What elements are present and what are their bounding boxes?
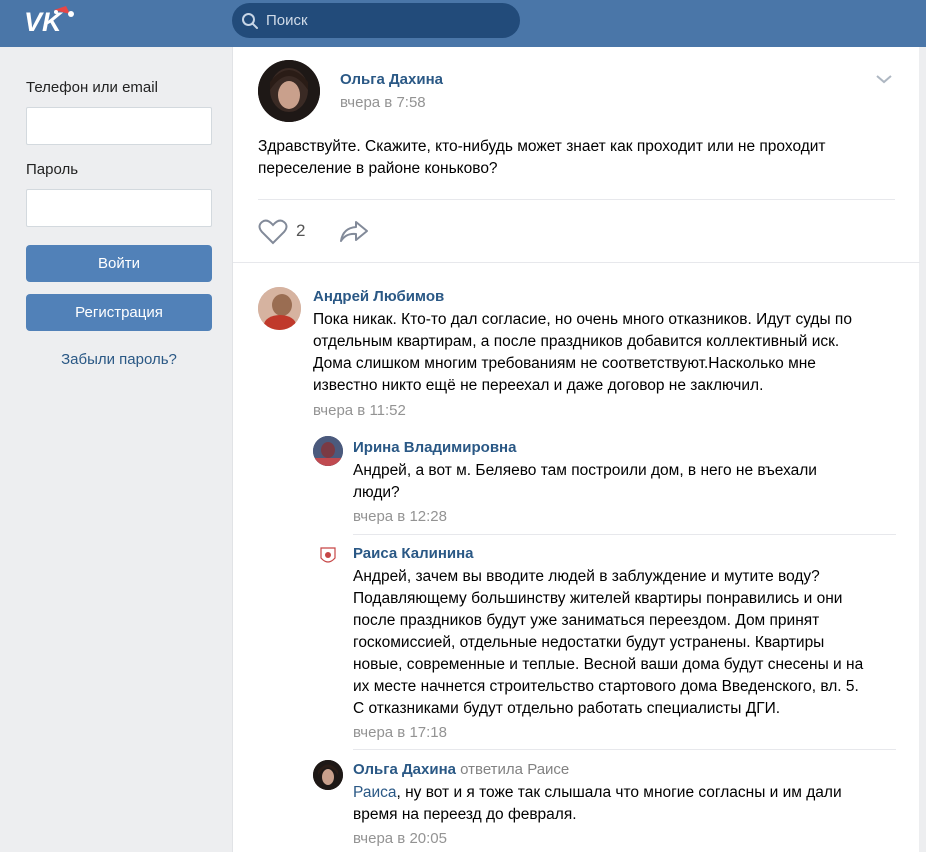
reply-line-rest: , ну вот и я тоже так слышала что многие… [396,784,842,801]
replied-to[interactable]: ответила Раисе [460,761,569,778]
vk-logo[interactable]: VK [20,2,80,42]
reply-header: Ольга Дахина ответила Раисе [353,761,569,778]
post-author-avatar[interactable] [258,60,320,122]
login-button[interactable]: Войти [26,245,212,282]
register-button[interactable]: Регистрация [26,294,212,331]
reply-time[interactable]: вчера в 17:18 [353,724,447,741]
password-field[interactable] [26,189,212,227]
reply-line: люди? [353,484,400,501]
like-count: 2 [296,221,306,240]
reply-text: Раиса, ну вот и я тоже так слышала что м… [353,782,898,826]
comment-line: известно никто ещё не переехал и даже до… [313,377,764,394]
phone-email-field[interactable] [26,107,212,145]
comment-author[interactable]: Андрей Любимов [313,288,444,305]
forgot-password-link[interactable]: Забыли пароль? [26,351,212,368]
reply-author[interactable]: Ирина Владимировна [353,439,516,456]
like-heart-icon[interactable] [258,219,288,245]
reply-line: новые, современные и теплые. Весной ваши… [353,656,864,673]
post-author-name[interactable]: Ольга Дахина [340,71,443,88]
search-box[interactable] [232,3,520,38]
reply-time[interactable]: вчера в 12:28 [353,508,447,525]
comment-line: отдельным квартирам, а после праздников … [313,333,840,350]
post-text-line: Здравствуйте. Скажите, кто-нибудь может … [258,138,826,155]
comment-line: Пока никак. Кто-то дал согласие, но очен… [313,311,852,328]
reply-time[interactable]: вчера в 20:05 [353,830,447,847]
comment-time[interactable]: вчера в 11:52 [313,402,406,419]
phone-label: Телефон или email [26,79,158,96]
commenter-avatar[interactable] [258,287,301,330]
post-text: Здравствуйте. Скажите, кто-нибудь может … [258,136,898,180]
reply-text: Андрей, а вот м. Беляево там построили д… [353,460,893,504]
top-bar: VK [0,0,926,47]
reply-line: Подавляющему большинству жителей квартир… [353,590,843,607]
reply-line: время на переезд до февраля. [353,806,577,823]
reply-line: госкомиссией, отдельные недостатки будут… [353,634,825,651]
share-arrow-icon[interactable] [338,219,370,245]
post-time[interactable]: вчера в 7:58 [340,94,426,111]
reply-author[interactable]: Раиса Калинина [353,545,474,562]
search-input[interactable] [266,3,511,38]
password-label: Пароль [26,161,79,178]
comment-text: Пока никак. Кто-то дал согласие, но очен… [313,309,903,397]
chevron-down-icon[interactable] [874,72,894,86]
login-sidebar: Телефон или email Пароль Войти Регистрац… [0,47,232,852]
reply-divider [353,749,896,750]
reply-divider [353,534,896,535]
post-text-line: переселение в районе коньково? [258,160,498,177]
post-comments-divider [233,262,920,263]
comment-line: Дома слишком многим требованиям не соотв… [313,355,816,372]
reply-avatar[interactable] [313,760,343,790]
mention-link[interactable]: Раиса [353,784,396,801]
svg-text:VK: VK [24,7,64,37]
reply-line: Андрей, а вот м. Беляево там построили д… [353,462,817,479]
reply-line: Андрей, зачем вы вводите людей в заблужд… [353,568,820,585]
post-panel: Ольга Дахина вчера в 7:58 Здравствуйте. … [232,47,920,852]
reply-author[interactable]: Ольга Дахина [353,761,456,778]
reply-text: Андрей, зачем вы вводите людей в заблужд… [353,566,898,720]
divider [258,199,895,200]
reply-line: С отказниками будут отдельно работать сп… [353,700,781,717]
reply-line: их месте начнется строительство стартово… [353,678,859,695]
reply-line: Раиса, ну вот и я тоже так слышала что м… [353,782,898,804]
reply-line: после праздников будут уже заниматься пе… [353,612,820,629]
search-icon [242,13,258,29]
reply-avatar[interactable] [319,546,337,566]
reply-avatar[interactable] [313,436,343,466]
